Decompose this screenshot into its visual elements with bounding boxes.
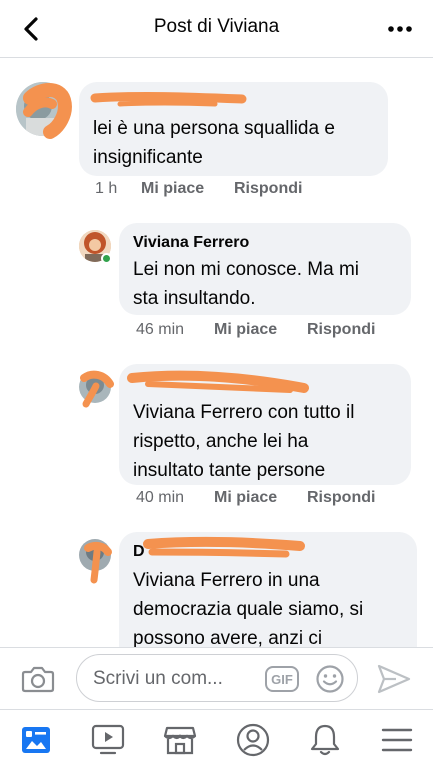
- comment-meta: 1 h Mi piace Rispondi: [95, 180, 302, 198]
- news-feed-icon: [22, 727, 50, 753]
- comment-bubble[interactable]: Viviana Ferrero con tutto il rispetto, a…: [119, 364, 411, 485]
- comment-meta: 46 min Mi piace Rispondi: [136, 321, 375, 339]
- tab-notifications[interactable]: [305, 720, 345, 760]
- more-button[interactable]: [385, 14, 415, 44]
- camera-button[interactable]: [18, 660, 58, 698]
- avatar-image: [16, 82, 70, 136]
- profile-icon: [236, 723, 270, 757]
- bottom-tab-bar: [0, 709, 433, 768]
- camera-icon: [21, 666, 55, 693]
- tab-marketplace[interactable]: [160, 720, 200, 760]
- emoji-icon: [316, 665, 344, 693]
- reply-button[interactable]: Rispondi: [234, 180, 302, 198]
- header: Post di Viviana: [0, 0, 433, 58]
- page-title: Post di Viviana: [153, 16, 280, 37]
- comment-text: Lei non mi conosce. Ma mi sta insultando…: [133, 259, 359, 309]
- comment-bubble[interactable]: Viviana Ferrero Lei non mi conosce. Ma m…: [119, 223, 411, 315]
- tab-video[interactable]: [88, 720, 128, 760]
- comment-author[interactable]: [133, 374, 397, 394]
- video-icon: [91, 724, 125, 755]
- comment-input[interactable]: Scrivi un com... GIF: [76, 654, 358, 702]
- avatar[interactable]: [16, 82, 70, 136]
- avatar[interactable]: [79, 539, 111, 571]
- marketplace-icon: [163, 726, 197, 755]
- comment-bubble[interactable]: lei è una persona squallida e insignific…: [79, 82, 388, 176]
- reply-button[interactable]: Rispondi: [307, 321, 375, 339]
- notifications-icon: [310, 724, 340, 756]
- tab-profile[interactable]: [233, 720, 273, 760]
- avatar-image: [79, 371, 111, 403]
- tab-menu[interactable]: [377, 720, 417, 760]
- comment-input-placeholder: Scrivi un com...: [93, 668, 223, 689]
- comment-author[interactable]: Viviana Ferrero: [133, 233, 397, 253]
- send-button[interactable]: [376, 662, 412, 696]
- comment-composer: Scrivi un com... GIF: [0, 647, 433, 709]
- comment-text: Viviana Ferrero in una democrazia quale …: [133, 570, 364, 649]
- comment-text: Viviana Ferrero con tutto il rispetto, a…: [133, 402, 355, 481]
- comment-time: 40 min: [136, 489, 185, 506]
- gif-button[interactable]: GIF: [265, 666, 299, 692]
- emoji-button[interactable]: [315, 664, 345, 694]
- comment-author[interactable]: [93, 92, 374, 112]
- send-icon: [377, 664, 411, 694]
- avatar-image: [79, 539, 111, 571]
- reply-button[interactable]: Rispondi: [307, 489, 375, 507]
- comment-time: 46 min: [136, 321, 185, 338]
- comment-meta: 40 min Mi piace Rispondi: [136, 489, 375, 507]
- comment-time: 1 h: [95, 180, 118, 197]
- menu-icon: [381, 728, 413, 752]
- comment-author[interactable]: D: [133, 542, 403, 562]
- like-button[interactable]: Mi piace: [141, 180, 234, 198]
- like-button[interactable]: Mi piace: [214, 321, 307, 339]
- avatar[interactable]: [79, 371, 111, 403]
- like-button[interactable]: Mi piace: [214, 489, 307, 507]
- comment-text: lei è una persona squallida e insignific…: [93, 118, 335, 168]
- more-dots-icon: [388, 26, 412, 32]
- online-indicator: [101, 253, 112, 264]
- tab-news-feed[interactable]: [16, 720, 56, 760]
